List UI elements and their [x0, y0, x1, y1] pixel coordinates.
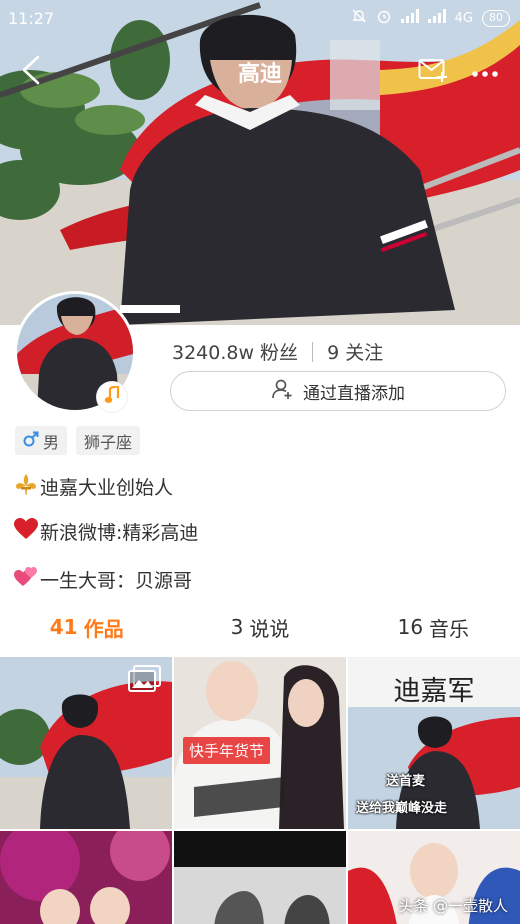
back-arrow-icon — [20, 55, 42, 89]
gallery-icon — [128, 665, 162, 693]
bio-text-2: 新浪微博:精彩高迪 — [40, 522, 199, 544]
live-add-label: 通过直播添加 — [303, 383, 405, 404]
stats-divider — [312, 341, 314, 362]
double-heart-icon — [14, 566, 38, 593]
mute-icon — [351, 8, 367, 28]
back-button[interactable] — [14, 55, 48, 89]
video-caption-2: 送给我巅峰没走 — [356, 801, 448, 816]
profile-stats: 3240.8w 粉丝 9 关注 — [172, 338, 383, 365]
tab-works-label: 作品 — [83, 616, 124, 641]
thumbnail-image — [174, 831, 346, 924]
tab-moments-label: 说说 — [249, 616, 290, 641]
bio-text-1: 迪嘉大业创始人 — [40, 477, 174, 499]
tab-works[interactable]: 41 作品 — [0, 607, 173, 647]
tab-music-label: 音乐 — [429, 616, 470, 641]
zodiac-label: 狮子座 — [84, 432, 133, 452]
works-grid: 快手年货节 迪嘉军 送首麦 送给我巅峰没走 头条 @一壶散人 — [0, 657, 520, 924]
work-thumbnail[interactable] — [0, 657, 172, 829]
profile-cover: 11:27 4G 80 高迪 — [0, 0, 520, 325]
followers-count[interactable]: 3240.8w 粉丝 — [172, 338, 298, 365]
music-badge[interactable] — [97, 382, 127, 412]
mail-add-icon — [418, 57, 448, 87]
status-bar: 11:27 4G 80 — [0, 0, 520, 36]
more-dots-icon — [471, 63, 499, 82]
status-time: 11:27 — [8, 8, 55, 28]
tab-moments[interactable]: 3 说说 — [173, 607, 346, 647]
following-count[interactable]: 9 关注 — [327, 338, 383, 365]
video-title-text: 迪嘉军 — [393, 676, 475, 707]
tab-music-count: 16 — [397, 615, 424, 639]
work-thumbnail[interactable] — [0, 831, 172, 924]
work-thumbnail[interactable]: 快手年货节 — [174, 657, 346, 829]
heart-icon — [14, 518, 38, 545]
video-caption-1: 送首麦 — [386, 774, 426, 789]
bio-text-3: 一生大哥：贝源哥 — [40, 570, 193, 592]
thumbnail-image — [0, 831, 172, 924]
work-thumbnail[interactable] — [174, 831, 346, 924]
signal-icon-2 — [427, 9, 446, 27]
gender-label: 男 — [43, 432, 60, 452]
work-thumbnail[interactable]: 迪嘉军 送首麦 送给我巅峰没走 — [348, 657, 520, 829]
fleur-de-lis-icon — [14, 472, 38, 501]
watermark-text: 头条 @一壶散人 — [398, 897, 508, 915]
tab-moments-count: 3 — [230, 615, 244, 639]
alarm-icon — [376, 8, 392, 28]
bio-line-3: 一生大哥：贝源哥 — [14, 566, 192, 593]
zodiac-tag: 狮子座 — [76, 426, 141, 455]
more-button[interactable] — [468, 55, 502, 89]
signal-icon — [400, 9, 419, 27]
profile-tags: 男 狮子座 — [15, 426, 141, 455]
message-button[interactable] — [416, 55, 450, 89]
bio-line-1: 迪嘉大业创始人 — [14, 472, 173, 501]
bio-line-2: 新浪微博:精彩高迪 — [14, 518, 198, 545]
top-navigation: 高迪 — [0, 48, 520, 96]
male-icon — [23, 431, 39, 451]
content-tabs: 41 作品 3 说说 16 音乐 — [0, 607, 520, 647]
gender-tag: 男 — [15, 426, 68, 455]
music-note-icon — [104, 384, 120, 408]
live-add-button[interactable]: 通过直播添加 — [170, 371, 506, 411]
add-user-icon — [271, 378, 293, 405]
tab-works-count: 41 — [49, 615, 78, 639]
promo-badge: 快手年货节 — [183, 737, 271, 764]
network-type: 4G — [454, 10, 473, 26]
battery-indicator: 80 — [482, 9, 510, 27]
tab-music[interactable]: 16 音乐 — [347, 607, 520, 647]
